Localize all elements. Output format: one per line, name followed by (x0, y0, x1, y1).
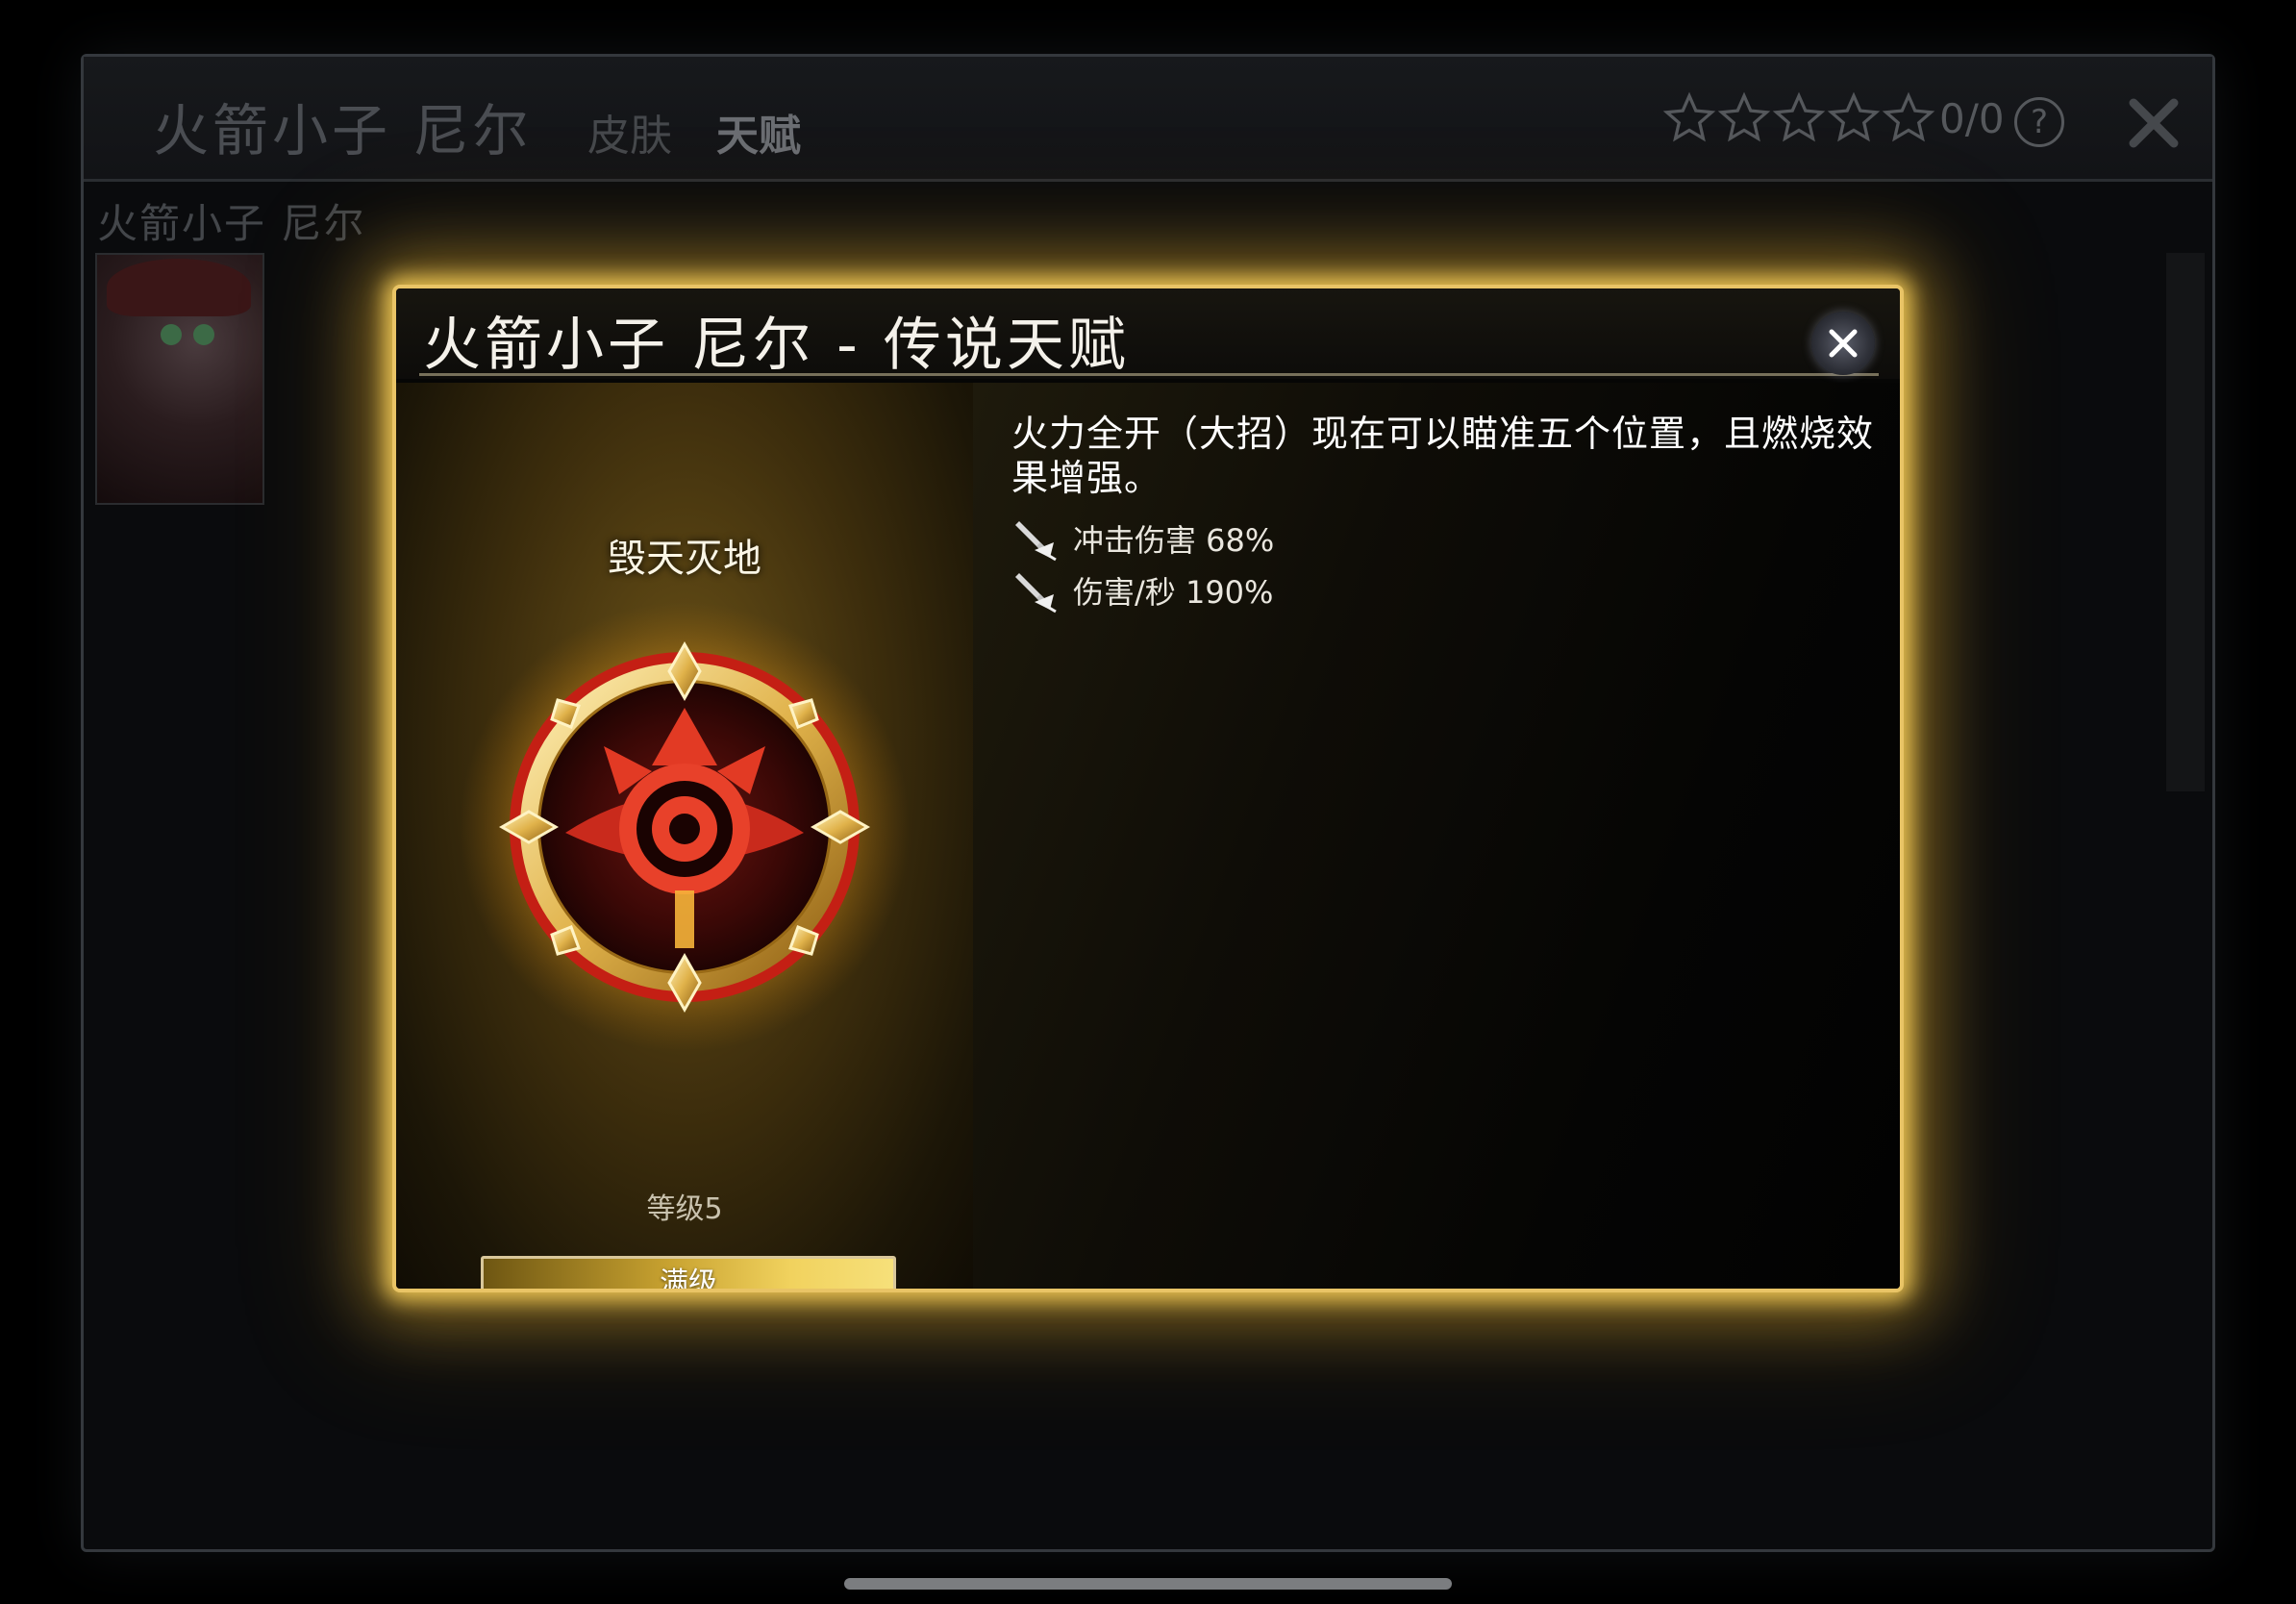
home-indicator[interactable] (844, 1578, 1452, 1590)
dialog-title: 火箭小子 尼尔 - 传说天赋 (423, 312, 1130, 379)
stat-text: 伤害/秒 190% (1073, 574, 1274, 611)
close-button[interactable] (1811, 312, 1875, 375)
tab-skin[interactable]: 皮肤 (587, 101, 672, 163)
talent-level: 等级5 (646, 1192, 723, 1226)
help-icon[interactable]: ? (2014, 97, 2064, 147)
star-icon (1717, 91, 1771, 145)
talent-name: 毁天灭地 (608, 537, 761, 581)
side-panel (2166, 253, 2205, 791)
header-divider (419, 373, 1879, 376)
max-level-button[interactable]: 满级 (481, 1256, 896, 1289)
window-close-icon[interactable] (2122, 91, 2185, 155)
tab-talent[interactable]: 天赋 (716, 101, 801, 163)
star-icon (1882, 91, 1935, 145)
dialog-header: 火箭小子 尼尔 - 传说天赋 (396, 288, 1900, 379)
talent-description: 火力全开（大招）现在可以瞄准五个位置，且燃烧效果增强。 (1011, 413, 1875, 499)
talent-emblem-icon (460, 602, 910, 1052)
stat-row: 冲击伤害 68% (1011, 515, 1274, 562)
legendary-talent-dialog: 火箭小子 尼尔 - 传说天赋 毁天灭地 等级5 满级 火力全开（大招）现在可以瞄… (392, 285, 1904, 1292)
hero-portrait[interactable] (95, 253, 264, 505)
rating-count: 0/0 (1939, 95, 2005, 142)
hero-title: 火箭小子 尼尔 (153, 98, 533, 163)
star-icon (1772, 91, 1826, 145)
sword-icon (1011, 567, 1058, 614)
close-icon (1829, 329, 1858, 358)
stat-row: 伤害/秒 190% (1011, 567, 1273, 614)
window-header: 火箭小子 尼尔 皮肤 天赋 0/0 ? (84, 57, 2212, 182)
hero-subtitle: 火箭小子 尼尔 (97, 200, 366, 247)
stat-text: 冲击伤害 68% (1073, 522, 1275, 559)
star-rating (1662, 91, 1936, 145)
sword-icon (1011, 515, 1058, 562)
talent-pane: 毁天灭地 等级5 满级 (396, 383, 973, 1289)
star-icon (1827, 91, 1881, 145)
star-icon (1662, 91, 1716, 145)
